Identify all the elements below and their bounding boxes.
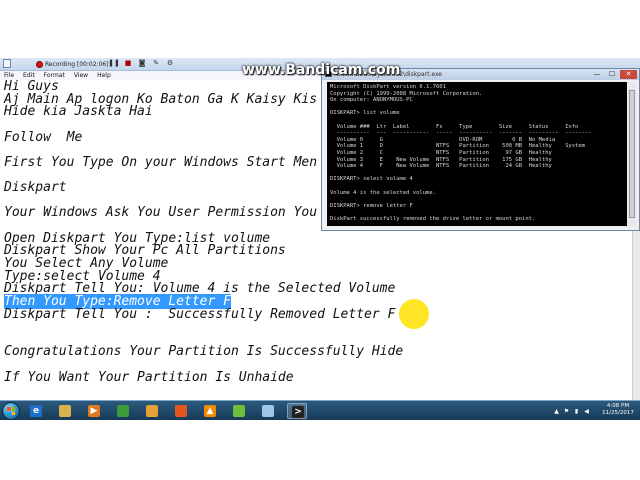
pause-icon[interactable]: ❚❚ (108, 59, 120, 68)
console-line: Volume 4 F New Volume NTFS Partition 24 … (330, 163, 552, 170)
internet-explorer-icon: e (30, 405, 42, 417)
taskbar-photo-app-button[interactable] (142, 403, 162, 419)
console-line: DiskPart successfully removed the drive … (330, 215, 536, 222)
console-line: DISKPART> select volume 4 (330, 176, 413, 183)
console-output[interactable]: Microsoft DiskPart version 6.1.7601 Copyr… (327, 82, 627, 226)
chrome-icon (117, 405, 129, 417)
start-button[interactable] (2, 402, 20, 420)
clock-date: 11/25/2017 (602, 410, 634, 416)
stop-icon[interactable]: ■ (122, 59, 134, 68)
console-line: Copyright (C) 1999-2008 Microsoft Corpor… (330, 90, 483, 97)
console-line: Volume 0 G DVD-ROM 0 B No Media (330, 136, 556, 143)
media-player-icon: ▶ (88, 405, 100, 417)
show-hidden-icons-icon[interactable]: ▲ (553, 408, 560, 415)
taskbar-bluestacks-button[interactable] (229, 403, 249, 419)
notepad-icon (262, 405, 274, 417)
console-line: Volume 1 D NTFS Partition 500 MB Healthy… (330, 143, 585, 150)
windows-logo-icon (7, 407, 15, 415)
taskbar: e ▶ ▲ > ▲ ⚑ ▮ ◀ 4:08 PM 11/25/2017 (0, 400, 640, 420)
console-line: DISKPART> remove letter F (330, 202, 413, 209)
camera-icon[interactable]: ◙ (136, 59, 148, 68)
bluestacks-icon (233, 405, 245, 417)
menu-file[interactable]: File (0, 71, 19, 80)
photo-app-icon (146, 405, 158, 417)
scrollbar-thumb[interactable] (629, 90, 635, 218)
maximize-button[interactable]: ☐ (605, 70, 619, 79)
console-line: ---------- --- ----------- ----- -------… (330, 130, 592, 137)
text-line: If You Want Your Partition Is Unhaide (4, 369, 294, 385)
console-line: Microsoft DiskPart version 6.1.7601 (330, 84, 446, 90)
firefox-icon (175, 405, 187, 417)
taskbar-file-explorer-button[interactable] (55, 403, 75, 419)
console-line: DISKPART> list volume (330, 110, 400, 117)
command-prompt-icon: > (292, 406, 304, 418)
console-line: Volume 4 is the selected volume. (330, 189, 436, 196)
recording-indicator: Recording [00:02:06] (36, 59, 109, 69)
taskbar-media-player-button[interactable]: ▶ (84, 403, 104, 419)
text-line: Diskpart Tell You : Successfully Removed… (4, 306, 396, 322)
menu-format[interactable]: Format (40, 71, 70, 80)
taskbar-command-prompt-button[interactable]: > (287, 403, 307, 419)
taskbar-internet-explorer-button[interactable]: e (26, 403, 46, 419)
console-line: Volume ### Ltr Label Fs Type Size Status… (330, 123, 579, 130)
console-line: On computer: ANONYMOUS-PC (330, 97, 413, 104)
record-icon (36, 60, 43, 68)
network-icon[interactable]: ▮ (573, 408, 580, 415)
recording-label: Recording [00:02:06] (45, 60, 109, 68)
bandicam-watermark: www.Bandicam.com (242, 62, 401, 78)
vlc-icon: ▲ (204, 405, 216, 417)
taskbar-notepad-button[interactable] (258, 403, 278, 419)
minimize-button[interactable]: — (590, 70, 604, 79)
clock[interactable]: 4:08 PM 11/25/2017 (598, 403, 638, 417)
clock-time: 4:08 PM (606, 403, 630, 409)
file-explorer-icon (59, 405, 71, 417)
diskpart-console-window[interactable]: C:\Windows\System32\diskpart.exe — ☐ ✕ M… (321, 68, 640, 231)
text-line (4, 321, 403, 334)
pen-icon[interactable]: ✎ (150, 59, 162, 68)
console-vertical-scrollbar[interactable] (628, 82, 636, 226)
flag-icon[interactable]: ⚑ (563, 408, 570, 415)
console-line: Volume 3 E New Volume NTFS Partition 175… (330, 156, 552, 163)
console-line: Volume 2 C NTFS Partition 97 GB Healthy (330, 149, 552, 156)
mouse-cursor-highlight (399, 299, 429, 329)
menu-view[interactable]: View (70, 71, 93, 80)
taskbar-firefox-button[interactable] (171, 403, 191, 419)
console-text: Microsoft DiskPart version 6.1.7601 Copyr… (330, 84, 592, 226)
text-line: Congratulations Your Partition Is Succes… (4, 344, 404, 360)
menu-edit[interactable]: Edit (19, 71, 40, 80)
taskbar-chrome-button[interactable] (113, 403, 133, 419)
volume-icon[interactable]: ◀ (583, 408, 590, 415)
desktop-screen: Recording [00:02:06] ❚❚ ■ ◙ ✎ ⚙ File Edi… (0, 0, 640, 480)
system-tray: ▲ ⚑ ▮ ◀ (553, 404, 590, 418)
close-button[interactable]: ✕ (620, 70, 637, 79)
settings-icon[interactable]: ⚙ (164, 59, 176, 68)
notepad-app-icon[interactable] (3, 59, 11, 68)
menu-help[interactable]: Help (93, 71, 116, 80)
taskbar-vlc-button[interactable]: ▲ (200, 403, 220, 419)
